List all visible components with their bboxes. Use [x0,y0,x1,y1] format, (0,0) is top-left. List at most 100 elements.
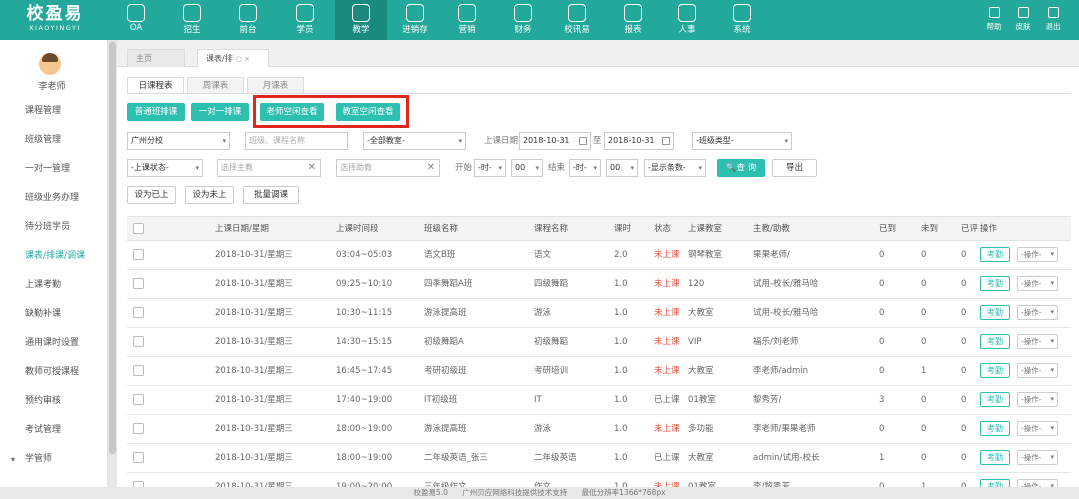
operation-select[interactable]: -操作- [1017,276,1058,291]
clear-icon[interactable]: ✕ [308,160,316,176]
sidebar-item[interactable]: 预约审核 [0,387,108,416]
table-row[interactable]: 2018-10-31/星期三 18:00~19:00 二年级英语_张三 二年级英语 1.… [127,444,1071,473]
tab-daily[interactable]: 日课程表 [127,77,184,94]
row-checkbox[interactable] [133,394,144,405]
export-button[interactable]: 导出 [772,159,817,177]
classroom-select[interactable]: -全部教室- ▾ [363,132,466,150]
tab-weekly[interactable]: 周课表 [187,77,244,94]
sidebar-item[interactable]: 班级管理 [0,126,108,155]
attendance-button[interactable]: 考勤 [980,363,1010,378]
table-row[interactable]: 2018-10-31/星期三 17:40~19:00 IT初级班 IT 1.0 已上课 01… [127,386,1071,415]
row-checkbox[interactable] [133,423,144,434]
sidebar-item[interactable]: 学管师 [0,445,108,474]
app-logo[interactable]: 校盈易 XIAOYINGYI [18,4,92,32]
nav-8[interactable]: 校讯易 [551,0,603,40]
row-checkbox[interactable] [133,452,144,463]
attendance-button[interactable]: 考勤 [980,392,1010,407]
main-teacher-input[interactable]: 选择主教 ✕ [217,159,321,177]
nav-9[interactable]: 报表 [607,0,659,40]
operation-select[interactable]: -操作- [1017,305,1058,320]
end-min-select[interactable]: 00 ▾ [606,159,638,177]
set-done-button[interactable]: 设为已上 [127,186,176,204]
table-row[interactable]: 2018-10-31/星期三 18:00~19:00 游泳提高班 游泳 1.0 未上课 多功… [127,415,1071,444]
attendance-button[interactable]: 考勤 [980,479,1010,487]
operation-select[interactable]: -操作- [1017,363,1058,378]
operation-select[interactable]: -操作- [1017,247,1058,262]
right-nav-2[interactable]: 退出 [1038,0,1068,40]
nav-5[interactable]: 进销存 [389,0,441,40]
table-row[interactable]: 2018-10-31/星期三 10:30~11:15 游泳提高班 游泳 1.0 未上课 大教… [127,299,1071,328]
search-button[interactable]: 🔍查 询 [717,159,765,177]
nav-2[interactable]: 前台 [222,0,274,40]
class-course-input[interactable]: 班级、课程名称 [245,132,348,150]
operation-select[interactable]: -操作- [1017,421,1058,436]
row-checkbox[interactable] [133,365,144,376]
sidebar-item[interactable]: 通用课时设置 [0,329,108,358]
sidebar-item[interactable]: 教师可授课程 [0,358,108,387]
nav-6[interactable]: 营销 [441,0,493,40]
sidebar-item[interactable]: 考试管理 [0,416,108,445]
nav-0[interactable]: OA [110,0,162,40]
table-row[interactable]: 2018-10-31/星期三 03:04~05:03 语文B班 语文 2.0 未上课 钢琴教… [127,241,1071,270]
tab-monthly[interactable]: 月课表 [247,77,304,94]
row-checkbox[interactable] [133,278,144,289]
batch-reschedule-button[interactable]: 批量调课 [243,186,299,204]
operation-select[interactable]: -操作- [1017,479,1058,487]
operation-select[interactable]: -操作- [1017,392,1058,407]
clear-icon[interactable]: ✕ [427,160,435,176]
select-all-checkbox[interactable] [133,223,144,234]
status-select[interactable]: -上课状态- ▾ [127,159,203,177]
assistant-input[interactable]: 选择助教 ✕ [336,159,440,177]
set-not-done-button[interactable]: 设为未上 [185,186,234,204]
right-nav-0[interactable]: 帮助 [979,0,1009,40]
attendance-button[interactable]: 考勤 [980,450,1010,465]
avatar[interactable] [39,53,61,75]
nav-3[interactable]: 学员 [279,0,331,40]
sidebar-item[interactable]: 待分班学员 [0,213,108,242]
attendance-button[interactable]: 考勤 [980,276,1010,291]
sidebar-item[interactable]: 班级业务办理 [0,184,108,213]
calendar-icon[interactable] [579,137,587,145]
tab-home[interactable]: 主页 [127,49,185,67]
campus-select[interactable]: 广州分校 ▾ [127,132,230,150]
attendance-button[interactable]: 考勤 [980,305,1010,320]
nav-1[interactable]: 招生 [166,0,218,40]
table-row[interactable]: 2018-10-31/星期三 19:00~20:00 三年级作文 作文 1.0 未上课 01… [127,473,1071,487]
date-to-input[interactable]: 2018-10-31 [604,132,674,150]
tab-schedule[interactable]: 课表/排 ○ × [197,49,269,67]
row-checkbox[interactable] [133,336,144,347]
nav-11[interactable]: 系统 [716,0,768,40]
row-checkbox[interactable] [133,307,144,318]
start-hour-select[interactable]: -时- ▾ [474,159,506,177]
date-from-input[interactable]: 2018-10-31 [519,132,591,150]
table-cell: 0 [961,424,967,434]
right-nav-1[interactable]: 皮肤 [1008,0,1038,40]
sidebar-item[interactable]: 缺勤补课 [0,300,108,329]
regular-class-scheduling-button[interactable]: 普通班排课 [127,103,185,121]
row-checkbox[interactable] [133,249,144,260]
end-hour-select[interactable]: -时- ▾ [569,159,601,177]
nav-4[interactable]: 教学 [335,0,387,40]
close-icon[interactable]: ○ × [236,55,250,63]
sidebar-scrollbar[interactable] [108,40,117,487]
nav-10[interactable]: 人事 [661,0,713,40]
class-type-select[interactable]: -班级类型- ▾ [692,132,792,150]
start-min-select[interactable]: 00 ▾ [511,159,543,177]
scrollbar-thumb[interactable] [109,42,116,454]
sidebar-item[interactable]: 上课考勤 [0,271,108,300]
attendance-button[interactable]: 考勤 [980,247,1010,262]
operation-select[interactable]: -操作- [1017,450,1058,465]
attendance-button[interactable]: 考勤 [980,334,1010,349]
operation-select[interactable]: -操作- [1017,334,1058,349]
one-on-one-scheduling-button[interactable]: 一对一排课 [191,103,249,121]
table-row[interactable]: 2018-10-31/星期三 16:45~17:45 考研初级班 考研培训 1.0 未上课… [127,357,1071,386]
sidebar-item[interactable]: 课表/排课/调课 [0,242,108,271]
table-row[interactable]: 2018-10-31/星期三 14:30~15:15 初级舞蹈A 初级舞蹈 1.0 未上课… [127,328,1071,357]
attendance-button[interactable]: 考勤 [980,421,1010,436]
table-row[interactable]: 2018-10-31/星期三 09:25~10:10 四季舞蹈A班 四级舞蹈 1.0 未上… [127,270,1071,299]
nav-7[interactable]: 财务 [497,0,549,40]
rows-select[interactable]: -显示条数- ▾ [644,159,706,177]
sidebar-item[interactable]: 课程管理 [0,97,108,126]
calendar-icon[interactable] [662,137,670,145]
sidebar-item[interactable]: 一对一管理 [0,155,108,184]
